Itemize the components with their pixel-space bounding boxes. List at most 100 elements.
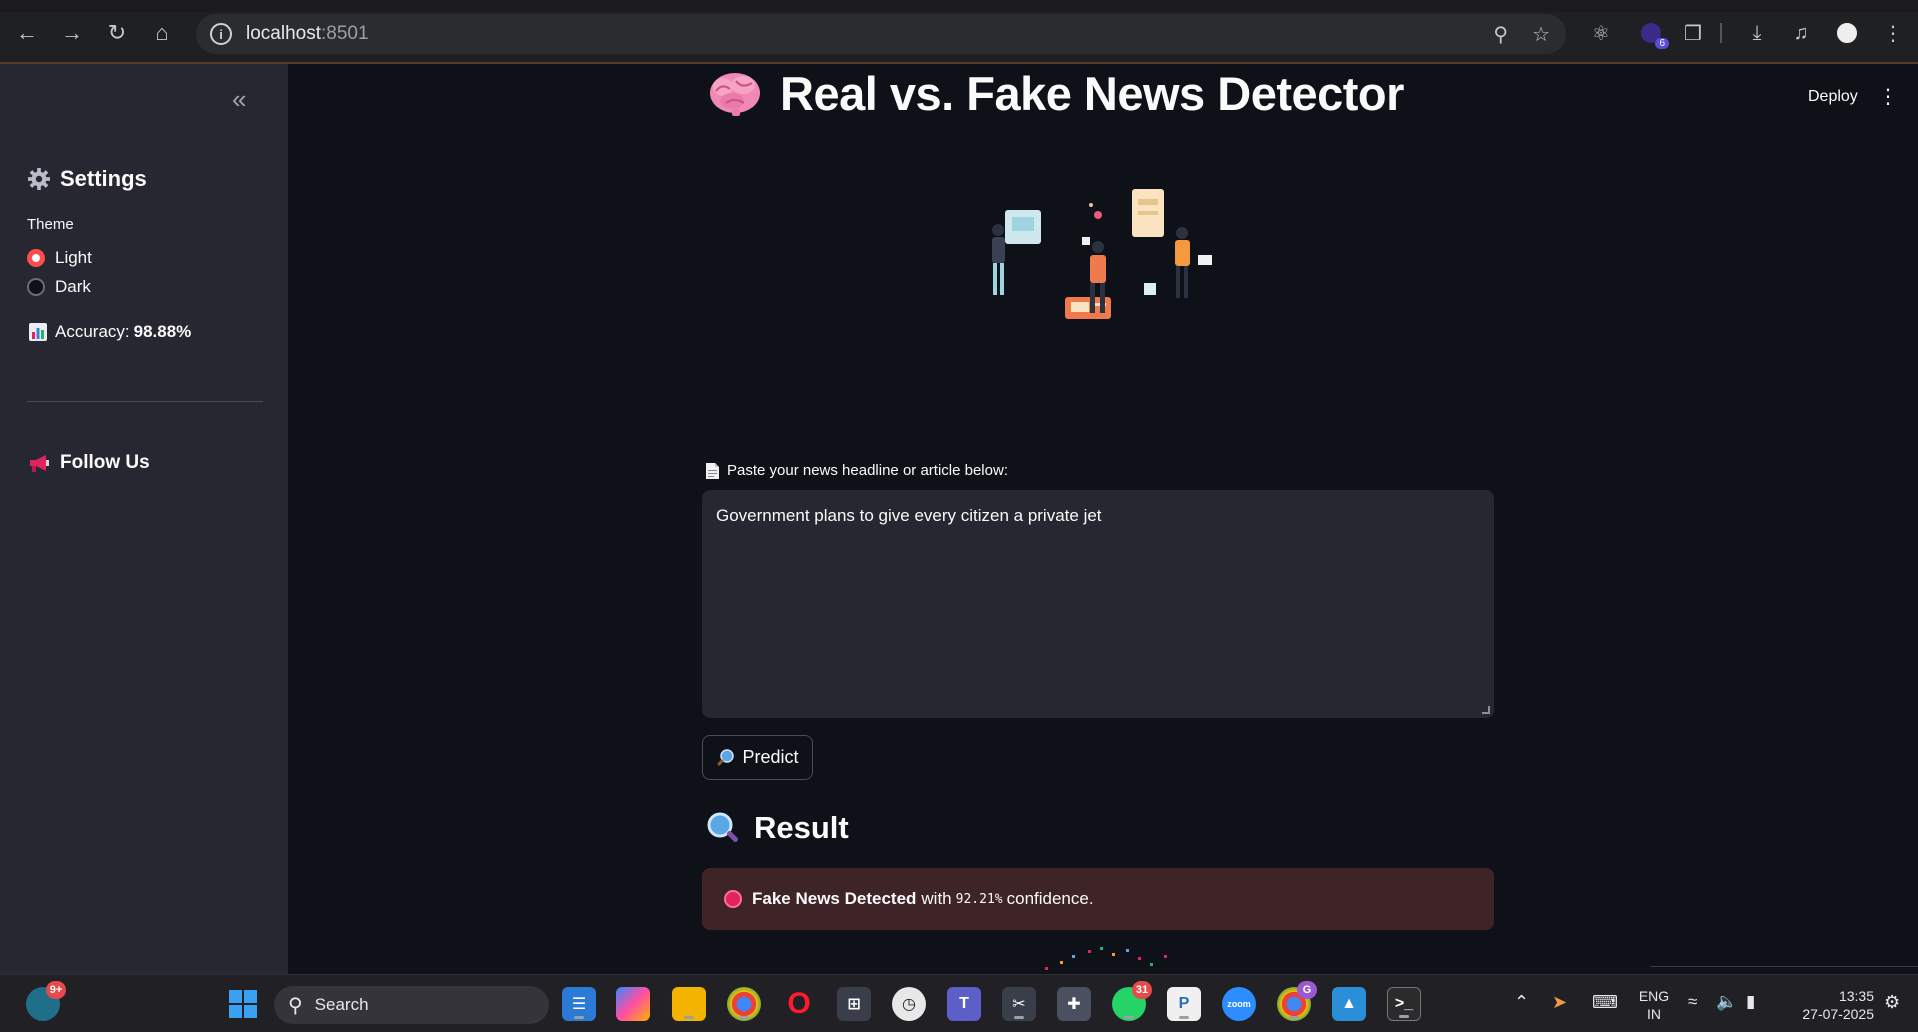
theme-radio-dark[interactable]: Dark <box>27 277 91 297</box>
browser-menu-icon[interactable]: ⋮ <box>1878 18 1908 48</box>
resize-grip-icon[interactable] <box>1482 706 1490 714</box>
tab-strip <box>0 0 1918 12</box>
predict-button[interactable]: Predict <box>702 735 813 780</box>
language-indicator[interactable]: ENG IN <box>1636 987 1672 1023</box>
accuracy-metric: Accuracy: 98.88% <box>29 322 191 342</box>
radio-selected-icon[interactable] <box>27 249 45 267</box>
chrome-profile-badge: G <box>1297 981 1317 999</box>
alert-suffix: confidence. <box>1006 889 1094 908</box>
theme-label: Theme <box>27 216 74 233</box>
python-file-icon[interactable]: P <box>1167 987 1201 1021</box>
page-title-text: Real vs. Fake News Detector <box>780 67 1404 120</box>
region-code: IN <box>1647 1006 1661 1022</box>
copilot-icon[interactable] <box>616 987 650 1021</box>
magnifier-icon <box>717 748 735 766</box>
input-label: Paste your news headline or article belo… <box>706 462 1008 479</box>
settings-title: Settings <box>60 166 147 191</box>
back-icon[interactable]: ← <box>12 18 42 48</box>
profile-avatar[interactable] <box>1832 18 1862 48</box>
theme-option-label: Dark <box>55 277 91 296</box>
weather-widget-icon[interactable]: 9+ <box>26 981 66 1021</box>
wifi-icon[interactable]: ≈ <box>1688 993 1697 1011</box>
result-title: Result <box>754 810 849 845</box>
theme-option-label: Light <box>55 248 92 267</box>
alert-confidence: 92.21% <box>955 891 1003 907</box>
download-icon[interactable]: ⤓ <box>1742 18 1772 48</box>
result-alert: Fake News Detected with 92.21% confidenc… <box>702 868 1494 930</box>
chrome-profile-icon[interactable]: G <box>1277 981 1317 1021</box>
megaphone-icon <box>30 455 49 472</box>
page-title: Real vs. Fake News Detector <box>708 66 1404 121</box>
red-circle-icon <box>724 890 742 908</box>
clock-app-icon[interactable]: ◷ <box>892 987 926 1021</box>
windows-start-icon[interactable] <box>226 987 260 1021</box>
radio-unselected-icon[interactable] <box>27 278 45 296</box>
accuracy-value: 98.88% <box>133 322 192 341</box>
theme-radio-light[interactable]: Light <box>27 248 92 268</box>
language-code: ENG <box>1638 988 1670 1004</box>
news-text-area[interactable]: Government plans to give every citizen a… <box>702 490 1494 718</box>
calculator-icon[interactable]: ⊞ <box>837 987 871 1021</box>
deploy-button[interactable]: Deploy <box>1808 88 1858 106</box>
site-info-icon[interactable]: i <box>210 23 232 45</box>
follow-us-heading: Follow Us <box>28 452 150 474</box>
whatsapp-badge: 31 <box>1132 981 1152 999</box>
chrome-icon[interactable] <box>727 987 761 1021</box>
collapse-sidebar-icon[interactable]: « <box>232 84 246 115</box>
balloons-animation <box>1045 947 1167 970</box>
battery-icon[interactable]: ▮ <box>1746 993 1755 1011</box>
search-icon: ⚲ <box>288 994 303 1017</box>
forward-icon[interactable]: → <box>57 18 87 48</box>
keyboard-icon[interactable]: ⌨ <box>1592 993 1618 1011</box>
alert-with: with <box>921 889 952 908</box>
news-illustration <box>992 189 1212 319</box>
reload-icon[interactable]: ↻ <box>102 18 132 48</box>
brain-icon <box>710 72 760 116</box>
bookmark-star-icon[interactable]: ☆ <box>1532 22 1550 47</box>
remote-desktop-icon[interactable]: ✚ <box>1057 987 1091 1021</box>
extension-count-badge: 6 <box>1655 38 1669 49</box>
os-taskbar: 9+ ⚲ Search ☰ O ⊞ ◷ T ✂ ✚ 31 P zoom G ▲ … <box>0 974 1918 1032</box>
terminal-icon[interactable]: >_ <box>1387 987 1421 1021</box>
sidebar-divider <box>27 401 263 402</box>
home-icon[interactable]: ⌂ <box>147 18 177 48</box>
follow-us-title: Follow Us <box>60 452 150 473</box>
clock[interactable]: 13:35 27-07-2025 <box>1782 987 1874 1023</box>
accuracy-label: Accuracy: <box>55 322 130 341</box>
main-menu-icon[interactable]: ⋮ <box>1878 84 1898 109</box>
browser-toolbar: ← → ↻ ⌂ i localhost:8501 ⚲ ☆ ⚛ 6 ❒ ⤓ ♫ ⋮ <box>0 0 1918 64</box>
address-bar[interactable]: i localhost:8501 ⚲ ☆ <box>196 14 1566 54</box>
search-placeholder: Search <box>314 995 369 1014</box>
puzzle-icon[interactable]: ❒ <box>1678 18 1708 48</box>
page-bottom-divider <box>1650 966 1918 967</box>
toolbar-divider <box>1720 23 1722 43</box>
clock-date: 27-07-2025 <box>1802 1006 1874 1022</box>
windows-logo-icon <box>229 990 257 1018</box>
file-explorer-icon[interactable] <box>672 987 706 1021</box>
gear-icon <box>28 168 50 190</box>
settings-heading: Settings <box>28 166 147 192</box>
extension-icon[interactable]: ⚛ <box>1586 18 1616 48</box>
zoom-icon[interactable]: zoom <box>1222 987 1256 1021</box>
whatsapp-icon[interactable]: 31 <box>1112 981 1152 1021</box>
notification-settings-icon[interactable]: ⚙ <box>1884 993 1900 1011</box>
magnifier-icon <box>707 812 739 843</box>
location-icon[interactable]: ➤ <box>1552 993 1567 1011</box>
volume-icon[interactable]: 🔈 <box>1716 993 1737 1011</box>
input-label-text: Paste your news headline or article belo… <box>727 462 1008 479</box>
predict-label: Predict <box>742 747 799 767</box>
url-text[interactable]: localhost:8501 <box>246 23 369 45</box>
media-control-icon[interactable]: ♫ <box>1786 18 1816 48</box>
taskbar-search[interactable]: ⚲ Search <box>274 986 549 1024</box>
zoom-icon[interactable]: ⚲ <box>1493 22 1508 47</box>
photos-icon[interactable]: ▲ <box>1332 987 1366 1021</box>
sidebar: « Settings Theme Light Dark Accuracy: 98… <box>0 64 288 974</box>
snipping-tool-icon[interactable]: ✂ <box>1002 987 1036 1021</box>
opera-icon[interactable]: O <box>782 987 816 1021</box>
weather-badge: 9+ <box>46 981 66 999</box>
alert-verdict: Fake News Detected <box>752 889 917 908</box>
notepad-icon[interactable]: ☰ <box>562 987 596 1021</box>
tray-overflow-icon[interactable]: ⌃ <box>1514 993 1529 1011</box>
teams-icon[interactable]: T <box>947 987 981 1021</box>
extension-badge-icon[interactable]: 6 <box>1636 18 1669 49</box>
